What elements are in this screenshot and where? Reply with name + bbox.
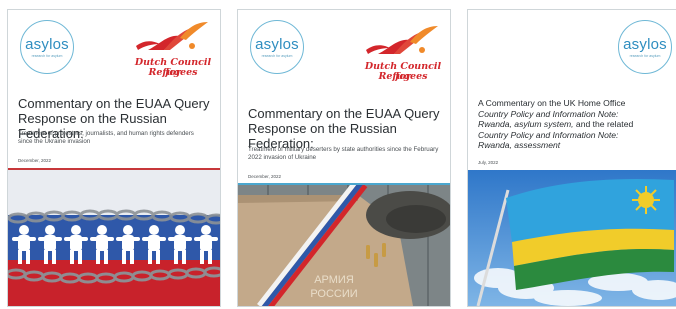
shirt-print-line1: АРМИЯ bbox=[314, 274, 354, 286]
cover-date: December, 2022 bbox=[248, 174, 282, 179]
cover-title: Commentary on the EUAA Query Response on… bbox=[248, 106, 440, 151]
asylos-logo-name: asylos bbox=[623, 36, 667, 53]
rwanda-flag-image bbox=[468, 170, 676, 306]
cover-subtitle: Treatment of military deserters by state… bbox=[248, 146, 439, 161]
bird-flame-icon bbox=[136, 22, 208, 50]
asylos-logo-name: asylos bbox=[25, 36, 69, 53]
paper-people-chain-image bbox=[8, 170, 220, 306]
cover-date: July, 2022 bbox=[478, 160, 499, 165]
military-shirt-image: АРМИЯ РОССИИ bbox=[238, 185, 450, 306]
cover-title-line5: Rwanda, assessment bbox=[478, 140, 561, 150]
asylos-logo: asylos research for asylum bbox=[618, 20, 672, 74]
bird-flame-icon bbox=[366, 26, 438, 54]
cover-date: December, 2022 bbox=[18, 158, 52, 163]
cover-title-block: A Commentary on the UK Home Office Count… bbox=[478, 98, 674, 151]
shirt-print-line2: РОССИИ bbox=[310, 288, 357, 300]
cover-title-line2: Country Policy and Information Note: bbox=[478, 108, 619, 119]
cover-title-line3-tail: and the related bbox=[573, 119, 634, 129]
asylos-logo: asylos research for asylum bbox=[20, 20, 74, 74]
cover-title-line1: A Commentary on the UK Home Office bbox=[478, 98, 626, 108]
asylos-logo-tagline: research for asylum bbox=[31, 54, 63, 58]
report-cover-3[interactable]: asylos research for asylum A Commentary … bbox=[467, 9, 676, 307]
asylos-logo-tagline: research for asylum bbox=[261, 54, 293, 58]
dutch-council-text-line2: Refugees bbox=[148, 67, 198, 78]
dutch-council-text-line2: Refugees bbox=[378, 71, 428, 82]
asylos-logo-name: asylos bbox=[255, 36, 299, 53]
dutch-council-logo: Dutch Council for Refugees bbox=[134, 20, 212, 80]
report-cover-2[interactable]: asylos research for asylum Dutch Council… bbox=[237, 9, 451, 307]
asylos-logo: asylos research for asylum bbox=[250, 20, 304, 74]
dutch-council-logo: Dutch Council for Refugees bbox=[364, 24, 442, 84]
cover-title-line4: Country Policy and Information Note: bbox=[478, 129, 619, 140]
sun-icon bbox=[632, 186, 660, 214]
cover-title-line3: Rwanda, asylum system, bbox=[478, 119, 574, 129]
asylos-logo-tagline: research for asylum bbox=[629, 54, 661, 58]
report-cover-1[interactable]: asylos research for asylum Dutch Council… bbox=[7, 9, 221, 307]
cover-subtitle: Treatment of protesters, journalists, an… bbox=[18, 130, 194, 145]
